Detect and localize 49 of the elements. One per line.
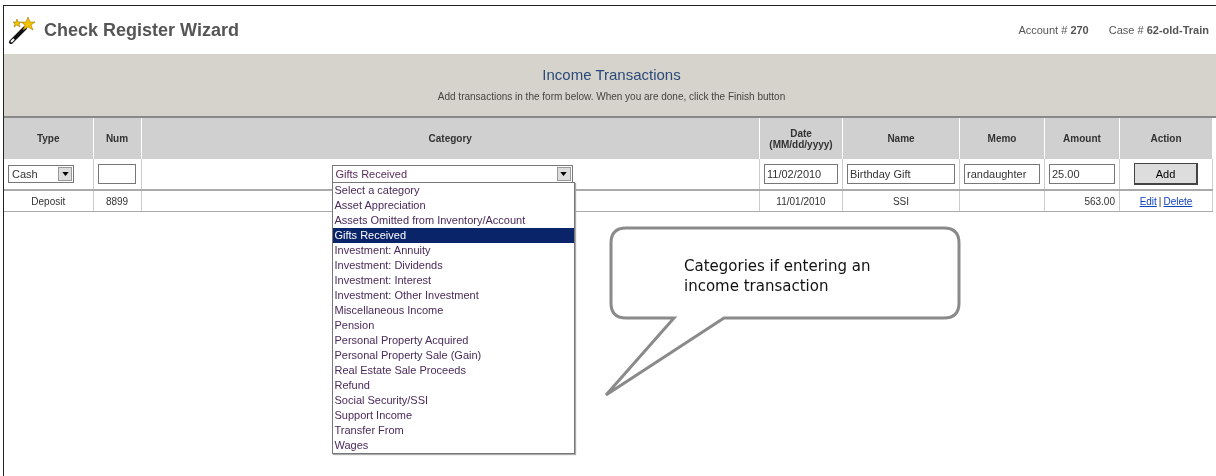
table-cell: Deposit <box>31 195 66 207</box>
account-number: Account # 270 <box>1018 24 1089 36</box>
name-field[interactable]: Birthday Gift <box>847 164 955 184</box>
table-cell: 8899 <box>105 195 129 207</box>
category-option[interactable]: Investment: Dividends <box>332 258 574 273</box>
magic-wand-icon <box>8 15 38 45</box>
category-option[interactable]: Miscellaneous Income <box>332 303 574 318</box>
category-option[interactable]: Refund <box>332 378 574 393</box>
column-header: Amount <box>1044 118 1120 159</box>
table-cell: 11/01/2010 <box>776 195 826 207</box>
column-header: Name <box>842 118 960 159</box>
add-button[interactable]: Add <box>1134 163 1198 185</box>
table-cell: 563.00 <box>1084 195 1115 207</box>
category-option[interactable]: Personal Property Sale (Gain) <box>332 348 574 363</box>
category-option[interactable]: Transfer From <box>332 423 574 438</box>
num-field[interactable] <box>98 164 136 184</box>
instructions-text: Add transactions in the form below. When you are done, click the Finish button <box>436 91 787 102</box>
category-option[interactable]: Gifts Received <box>332 228 574 243</box>
action-link[interactable]: Edit <box>1139 195 1157 207</box>
column-header: Num <box>93 118 141 159</box>
section-title: Income Transactions <box>541 65 682 83</box>
category-option[interactable]: Social Security/SSI <box>332 393 574 408</box>
table-cell: SSI <box>892 195 910 207</box>
action-link[interactable]: Delete <box>1163 195 1193 207</box>
case-number: Case # 62-old-Train <box>1108 24 1209 36</box>
category-option[interactable]: Pension <box>332 318 574 333</box>
category-option[interactable]: Investment: Interest <box>332 273 574 288</box>
category-option[interactable]: Asset Appreciation <box>332 198 574 213</box>
callout-text: Categories if entering an income transaction <box>684 256 872 296</box>
category-dropdown[interactable]: Gifts Received <box>331 165 573 183</box>
category-option[interactable]: Personal Property Acquired <box>332 333 574 348</box>
category-option[interactable]: Support Income <box>332 408 574 423</box>
date-field[interactable]: 11/02/2010 <box>764 164 838 184</box>
category-option[interactable]: Assets Omitted from Inventory/Account <box>332 213 574 228</box>
column-header: Memo <box>959 118 1045 159</box>
category-option[interactable]: Real Estate Sale Proceeds <box>332 363 574 378</box>
category-option[interactable]: Investment: Annuity <box>332 243 574 258</box>
column-header: Type <box>4 118 93 159</box>
column-header: Action <box>1119 118 1213 159</box>
amount-field[interactable]: 25.00 <box>1049 164 1115 184</box>
category-option[interactable]: Wages <box>332 438 574 453</box>
link-separator: | <box>1158 195 1162 207</box>
wizard-title: Check Register Wizard <box>44 19 239 41</box>
memo-field[interactable]: randaughter <box>964 164 1040 184</box>
column-header: Date (MM/dd/yyyy) <box>759 118 843 159</box>
category-option[interactable]: Investment: Other Investment <box>332 288 574 303</box>
category-option[interactable]: Select a category <box>332 183 574 198</box>
type-dropdown[interactable]: Cash <box>8 165 74 183</box>
column-header: Category <box>141 118 760 159</box>
